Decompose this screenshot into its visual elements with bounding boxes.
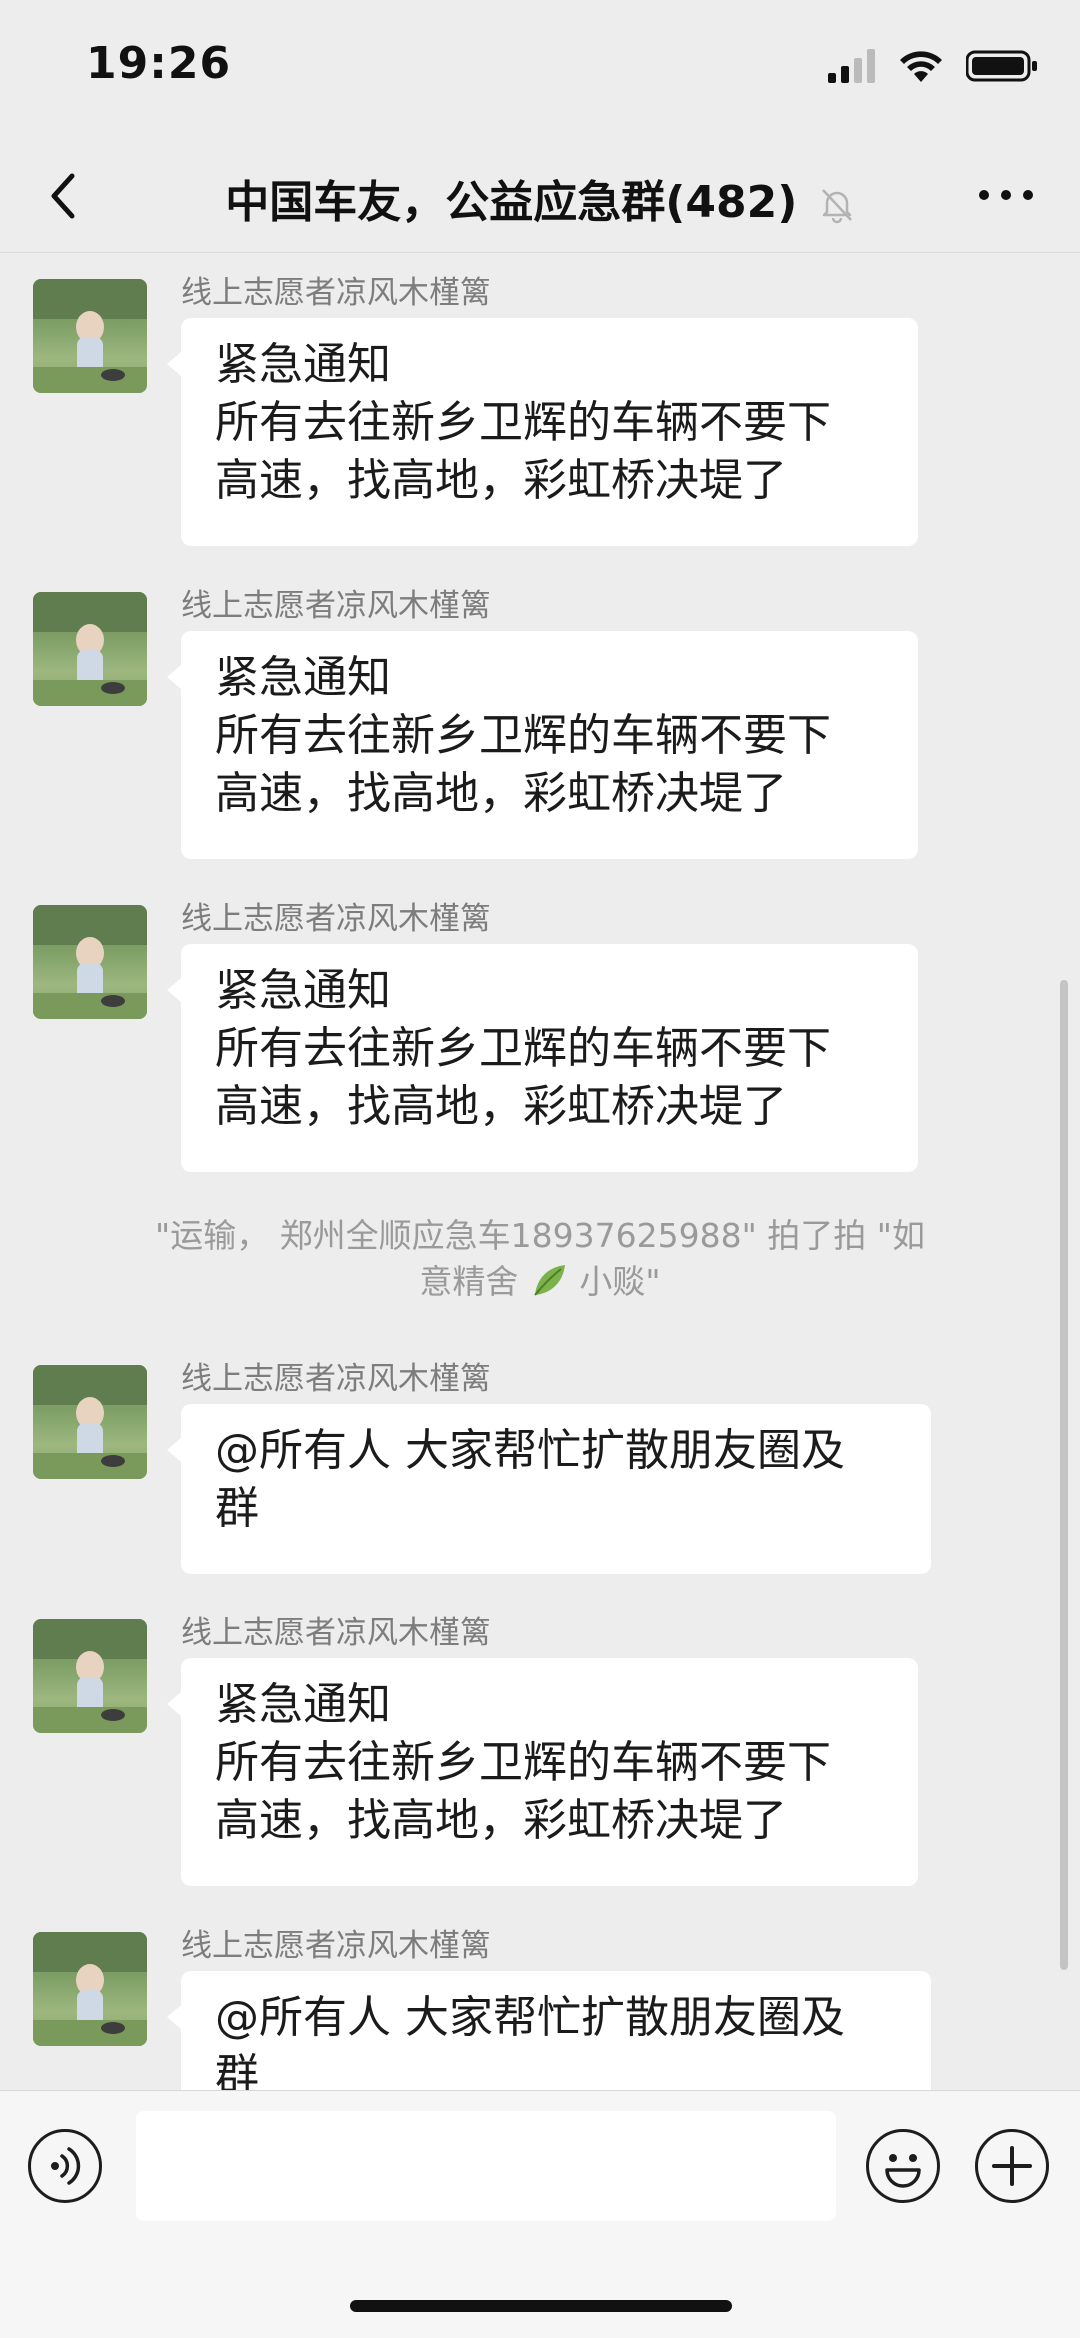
bell-muted-icon xyxy=(821,189,852,224)
sender-name: 线上志愿者凉风木槿篱 xyxy=(181,588,491,624)
plus-button[interactable] xyxy=(975,2129,1049,2203)
system-notice-line2: 意精舍 小赕" xyxy=(80,1259,1000,1305)
sender-name: 线上志愿者凉风木槿篱 xyxy=(181,901,491,937)
leaf-icon xyxy=(534,1265,565,1296)
home-indicator[interactable] xyxy=(350,2300,732,2312)
message-bubble[interactable]: 紧急通知 所有去往新乡卫辉的车辆不要下 高速，找高地，彩虹桥决堤了 xyxy=(167,944,918,1172)
more-icon[interactable] xyxy=(976,180,1036,210)
message-input[interactable] xyxy=(136,2111,836,2221)
avatar[interactable] xyxy=(33,905,147,1019)
status-time: 19:26 xyxy=(86,38,232,89)
avatar[interactable] xyxy=(33,1365,147,1479)
avatar[interactable] xyxy=(33,592,147,706)
status-bar: 19:26 xyxy=(0,0,1080,140)
sender-name: 线上志愿者凉风木槿篱 xyxy=(181,1928,491,1964)
voice-button[interactable] xyxy=(28,2129,102,2203)
status-icons xyxy=(828,46,1038,86)
sender-name: 线上志愿者凉风木槿篱 xyxy=(181,275,491,311)
avatar[interactable] xyxy=(33,1932,147,2046)
system-notice-part2: 小赕" xyxy=(579,1262,661,1301)
avatar[interactable] xyxy=(33,279,147,393)
system-notice-part1: 意精舍 xyxy=(419,1262,519,1301)
message-bubble[interactable]: 紧急通知 所有去往新乡卫辉的车辆不要下 高速，找高地，彩虹桥决堤了 xyxy=(167,1658,918,1886)
message-bubble[interactable]: 紧急通知 所有去往新乡卫辉的车辆不要下 高速，找高地，彩虹桥决堤了 xyxy=(167,318,918,546)
smiley-icon xyxy=(885,2154,921,2188)
wifi-icon xyxy=(900,51,942,82)
sender-name: 线上志愿者凉风木槿篱 xyxy=(181,1615,491,1651)
message-bubble[interactable]: @所有人 大家帮忙扩散朋友圈及 群 xyxy=(167,1971,931,2090)
battery-icon xyxy=(966,50,1037,82)
chat-title: 中国车友，公益应急群(482) xyxy=(225,177,798,228)
signal-icon xyxy=(828,49,875,83)
system-notice-line1: "运输， 郑州全顺应急车18937625988" 拍了拍 "如 xyxy=(155,1216,925,1255)
message-bubble[interactable]: @所有人 大家帮忙扩散朋友圈及 群 xyxy=(167,1404,931,1574)
plus-icon xyxy=(992,2146,1032,2186)
emoji-button[interactable] xyxy=(866,2129,940,2203)
chat-header: 中国车友，公益应急群(482) xyxy=(0,140,1080,253)
sender-name: 线上志愿者凉风木槿篱 xyxy=(181,1361,491,1397)
chat-title-container: 中国车友，公益应急群(482) xyxy=(0,166,1080,230)
system-notice: "运输， 郑州全顺应急车18937625988" 拍了拍 "如 意精舍 小赕" xyxy=(80,1213,1000,1305)
message-list[interactable]: 线上志愿者凉风木槿篱 紧急通知 所有去往新乡卫辉的车辆不要下 高速，找高地，彩虹… xyxy=(0,253,1080,2090)
voice-icon xyxy=(51,2147,81,2185)
scrollbar[interactable] xyxy=(1060,980,1068,1970)
message-bubble[interactable]: 紧急通知 所有去往新乡卫辉的车辆不要下 高速，找高地，彩虹桥决堤了 xyxy=(167,631,918,859)
avatar[interactable] xyxy=(33,1619,147,1733)
